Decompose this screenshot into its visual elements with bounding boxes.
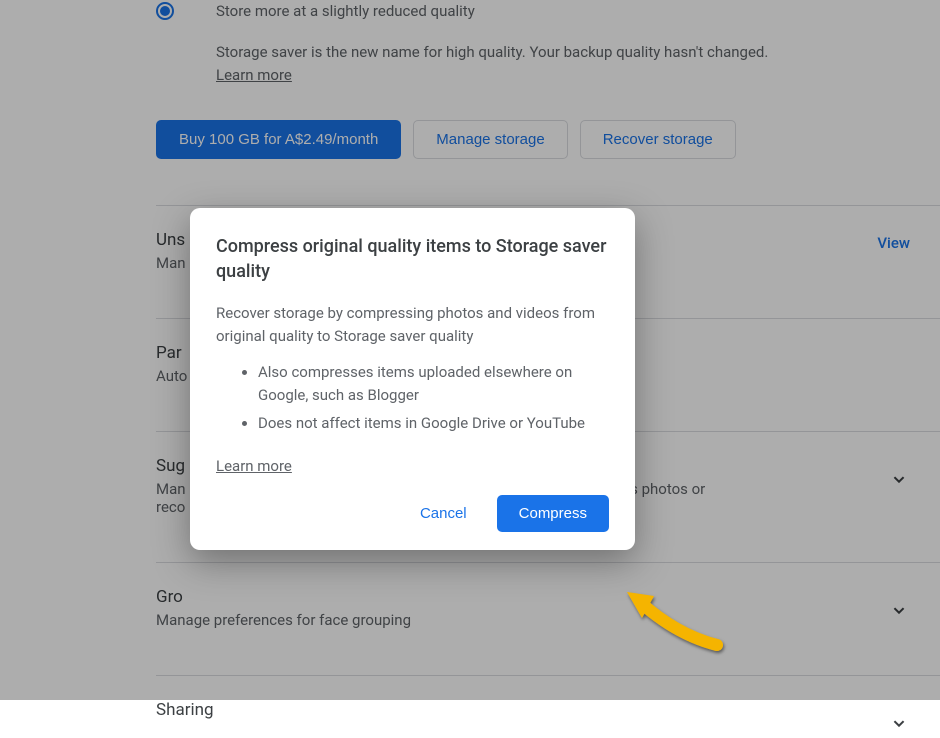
compress-dialog: Compress original quality items to Stora…: [190, 208, 635, 550]
dialog-bullets: Also compresses items uploaded elsewhere…: [216, 361, 609, 435]
dialog-title: Compress original quality items to Stora…: [216, 234, 609, 284]
annotation-arrow-icon: [622, 590, 742, 660]
section-sharing-title: Sharing: [156, 700, 888, 720]
compress-button[interactable]: Compress: [497, 495, 609, 532]
modal-overlay[interactable]: Compress original quality items to Stora…: [0, 0, 940, 700]
dialog-body: Recover storage by compressing photos an…: [216, 302, 609, 347]
dialog-learn-more-link[interactable]: Learn more: [216, 457, 292, 475]
bullet-item: Does not affect items in Google Drive or…: [258, 412, 609, 435]
cancel-button[interactable]: Cancel: [398, 495, 489, 532]
chevron-down-icon[interactable]: [888, 712, 910, 738]
bullet-item: Also compresses items uploaded elsewhere…: [258, 361, 609, 406]
